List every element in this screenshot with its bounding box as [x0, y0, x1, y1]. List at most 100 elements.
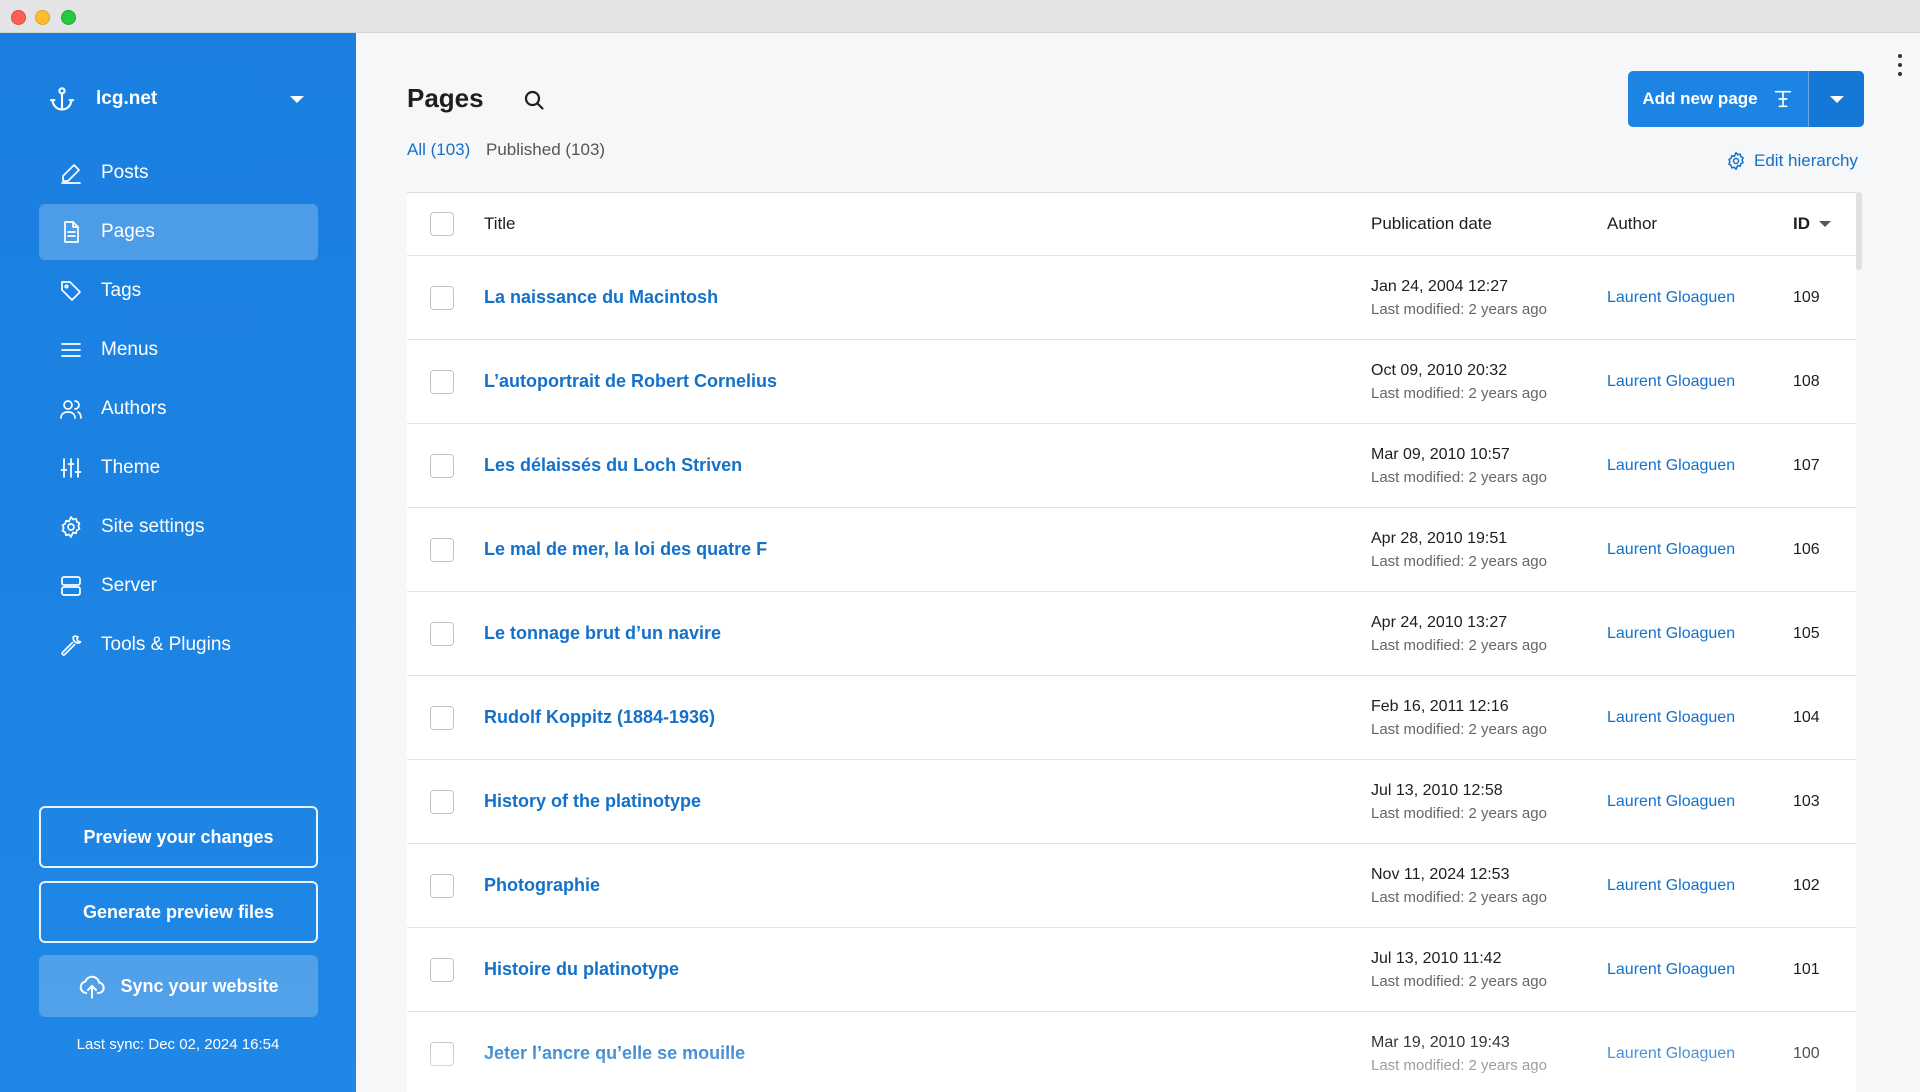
page-id: 107: [1793, 456, 1820, 474]
sidebar-item-site-settings[interactable]: Site settings: [39, 499, 318, 555]
row-check-cell: [407, 789, 484, 814]
page-title-link[interactable]: Rudolf Koppitz (1884-1936): [484, 707, 715, 727]
publication-date: Apr 24, 2010 13:27: [1371, 613, 1508, 631]
sidebar-item-theme[interactable]: Theme: [39, 440, 318, 496]
select-all-checkbox[interactable]: [430, 212, 454, 236]
edit-hierarchy-link[interactable]: Edit hierarchy: [1726, 149, 1858, 173]
last-modified: Last modified: 2 years ago: [1371, 888, 1547, 906]
page-id: 106: [1793, 540, 1820, 558]
generate-preview-files-button[interactable]: Generate preview files: [39, 881, 318, 943]
author-link[interactable]: Laurent Gloaguen: [1607, 541, 1735, 558]
sidebar-item-tags[interactable]: Tags: [39, 263, 318, 319]
table-row: Le mal de mer, la loi des quatre F Apr 2…: [407, 508, 1856, 592]
column-author[interactable]: Author: [1607, 214, 1793, 234]
row-checkbox[interactable]: [430, 537, 454, 562]
sidebar-item-label: Pages: [101, 221, 155, 242]
search-button[interactable]: [519, 85, 549, 115]
add-new-page-button[interactable]: Add new page: [1628, 71, 1808, 127]
sidebar-item-pages[interactable]: Pages: [39, 204, 318, 260]
date-cell: Apr 24, 2010 13:27 Last modified: 2 years…: [1371, 611, 1607, 657]
page-icon: [64, 221, 79, 243]
author-link[interactable]: Laurent Gloaguen: [1607, 289, 1735, 306]
column-title[interactable]: Title: [484, 214, 1371, 234]
page-title-link[interactable]: Jeter l’ancre qu’elle se mouille: [484, 1043, 745, 1063]
row-checkbox[interactable]: [430, 369, 454, 394]
add-page-dropdown-button[interactable]: [1808, 71, 1864, 127]
app-window: lcg.net Posts Pages Tags Menus Authors T…: [0, 0, 1920, 1092]
publication-date: Jul 13, 2010 12:58: [1371, 781, 1503, 799]
sidebar-item-server[interactable]: Server: [39, 558, 318, 614]
publication-date: Feb 16, 2011 12:16: [1371, 697, 1509, 715]
zoom-window-button[interactable]: [61, 10, 76, 25]
author-link[interactable]: Laurent Gloaguen: [1607, 373, 1735, 390]
row-checkbox[interactable]: [430, 621, 454, 646]
table-scrollbar[interactable]: [1856, 192, 1862, 270]
sync-website-button[interactable]: Sync your website: [39, 955, 318, 1017]
author-cell: Laurent Gloaguen: [1607, 961, 1793, 979]
author-cell: Laurent Gloaguen: [1607, 793, 1793, 811]
sync-label: Sync your website: [120, 975, 279, 996]
author-link[interactable]: Laurent Gloaguen: [1607, 793, 1735, 810]
row-checkbox[interactable]: [430, 453, 454, 478]
page-title-link[interactable]: La naissance du Macintosh: [484, 287, 718, 307]
preview-changes-button[interactable]: Preview your changes: [39, 806, 318, 868]
sidebar-item-label: Theme: [101, 457, 161, 478]
row-checkbox[interactable]: [430, 789, 454, 814]
last-modified: Last modified: 2 years ago: [1371, 300, 1547, 318]
page-title-link[interactable]: Le mal de mer, la loi des quatre F: [484, 539, 767, 559]
sidebar-item-menus[interactable]: Menus: [39, 322, 318, 378]
page-title-link[interactable]: Les délaissés du Loch Striven: [484, 455, 742, 475]
page-title-link[interactable]: L’autoportrait de Robert Cornelius: [484, 371, 777, 391]
author-cell: Laurent Gloaguen: [1607, 541, 1793, 559]
sidebar-item-tools-plugins[interactable]: Tools & Plugins: [39, 617, 318, 673]
author-link[interactable]: Laurent Gloaguen: [1607, 709, 1735, 726]
title-cell: Le mal de mer, la loi des quatre F: [484, 539, 1371, 560]
edit-hierarchy-label: Edit hierarchy: [1754, 151, 1858, 170]
filter-all-link[interactable]: All (103): [407, 140, 470, 160]
column-id-label: ID: [1793, 214, 1810, 233]
date-cell: Apr 28, 2010 19:51 Last modified: 2 years…: [1371, 527, 1607, 573]
row-checkbox[interactable]: [430, 705, 454, 730]
date-cell: Jul 13, 2010 11:42 Last modified: 2 years…: [1371, 947, 1607, 993]
author-link[interactable]: Laurent Gloaguen: [1607, 457, 1735, 474]
last-modified: Last modified: 2 years ago: [1371, 384, 1547, 402]
title-cell: Rudolf Koppitz (1884-1936): [484, 707, 1371, 728]
page-id: 102: [1793, 876, 1820, 894]
table-row: Le tonnage brut d’un navire Apr 24, 2010…: [407, 592, 1856, 676]
row-checkbox[interactable]: [430, 957, 454, 982]
row-check-cell: [407, 873, 484, 898]
table-row: Histoire du platinotype Jul 13, 2010 11:…: [407, 928, 1856, 1012]
row-checkbox[interactable]: [430, 285, 454, 310]
row-check-cell: [407, 453, 484, 478]
page-title-link[interactable]: Histoire du platinotype: [484, 959, 679, 979]
page-title-link[interactable]: Le tonnage brut d’un navire: [484, 623, 721, 643]
site-name: lcg.net: [96, 88, 158, 109]
sidebar-item-label: Site settings: [101, 516, 205, 537]
sidebar-item-posts[interactable]: Posts: [39, 145, 318, 201]
row-checkbox[interactable]: [430, 873, 454, 898]
column-id[interactable]: ID: [1793, 214, 1856, 234]
minimize-window-button[interactable]: [35, 10, 50, 25]
last-modified: Last modified: 2 years ago: [1371, 468, 1547, 486]
site-switcher[interactable]: lcg.net: [48, 77, 310, 121]
row-checkbox[interactable]: [430, 1041, 454, 1066]
row-check-cell: [407, 537, 484, 562]
filter-published-link[interactable]: Published (103): [486, 140, 605, 160]
more-options-icon[interactable]: [1892, 51, 1908, 79]
author-link[interactable]: Laurent Gloaguen: [1607, 625, 1735, 642]
author-cell: Laurent Gloaguen: [1607, 457, 1793, 475]
date-cell: Feb 16, 2011 12:16 Last modified: 2 years…: [1371, 695, 1607, 741]
table-row: La naissance du Macintosh Jan 24, 2004 1…: [407, 256, 1856, 340]
author-link[interactable]: Laurent Gloaguen: [1607, 877, 1735, 894]
author-link[interactable]: Laurent Gloaguen: [1607, 1045, 1735, 1062]
search-icon: [524, 90, 544, 110]
page-title-link[interactable]: History of the platinotype: [484, 791, 701, 811]
cloud-upload-icon: [80, 975, 106, 999]
add-page-button-group: Add new page: [1628, 71, 1864, 127]
author-link[interactable]: Laurent Gloaguen: [1607, 961, 1735, 978]
page-title-link[interactable]: Photographie: [484, 875, 600, 895]
row-check-cell: [407, 369, 484, 394]
sidebar-item-authors[interactable]: Authors: [39, 381, 318, 437]
column-publication-date[interactable]: Publication date: [1371, 214, 1607, 234]
close-window-button[interactable]: [11, 10, 26, 25]
